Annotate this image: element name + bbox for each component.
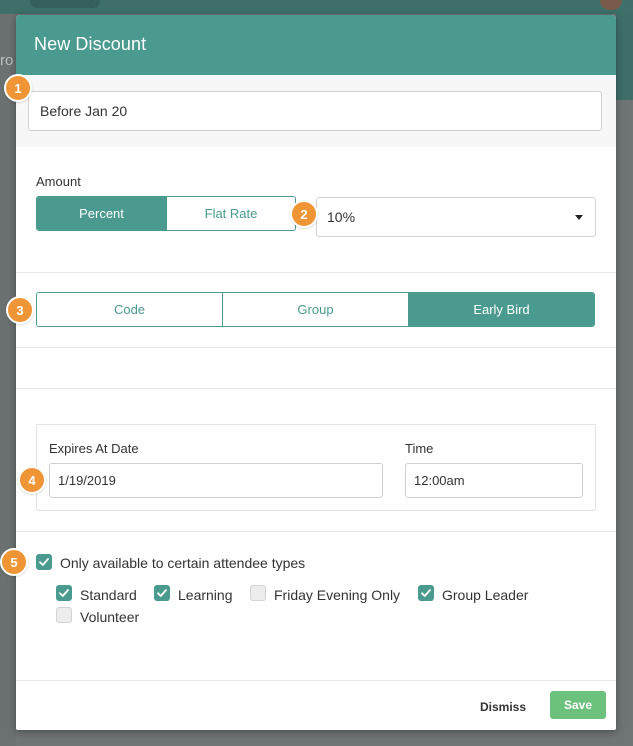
group-leader-checkbox[interactable]	[418, 585, 434, 601]
divider	[16, 531, 616, 532]
modal-header: New Discount	[16, 15, 616, 75]
check-icon	[421, 589, 431, 597]
check-icon	[39, 558, 49, 566]
expires-date-input[interactable]	[49, 463, 383, 498]
caret-down-icon	[575, 215, 583, 220]
divider	[16, 388, 616, 389]
flat-rate-button[interactable]: Flat Rate	[166, 197, 295, 230]
friday-evening-only-checkbox[interactable]	[250, 585, 266, 601]
new-discount-modal: New Discount Amount Percent Flat Rate 10…	[16, 15, 616, 730]
restrict-attendee-label: Only available to certain attendee types	[60, 555, 306, 571]
group-leader-label: Group Leader	[442, 587, 529, 603]
discount-type-toggle: Code Group Early Bird	[36, 292, 595, 327]
amount-label: Amount	[36, 174, 81, 189]
modal-title: New Discount	[34, 34, 147, 54]
code-tab[interactable]: Code	[37, 293, 222, 326]
amount-select[interactable]: 10%	[316, 197, 596, 237]
learning-checkbox[interactable]	[154, 585, 170, 601]
early-bird-tab[interactable]: Early Bird	[408, 293, 594, 326]
standard-label: Standard	[80, 587, 137, 603]
background-pill	[30, 0, 100, 8]
discount-name-section	[16, 75, 616, 147]
expiry-section: Expires At Date Time	[36, 424, 596, 511]
divider	[16, 347, 616, 348]
amount-mode-toggle: Percent Flat Rate	[36, 196, 296, 231]
restrict-attendee-checkbox[interactable]	[36, 554, 52, 570]
background-right-strip	[616, 14, 633, 100]
save-button[interactable]: Save	[550, 691, 606, 719]
divider	[16, 272, 616, 273]
marker-5: 5	[0, 548, 28, 576]
background-left-strip	[0, 14, 16, 746]
marker-1: 1	[4, 74, 32, 102]
marker-3: 3	[6, 296, 34, 324]
volunteer-checkbox[interactable]	[56, 607, 72, 623]
volunteer-label: Volunteer	[80, 609, 140, 625]
marker-4: 4	[18, 466, 46, 494]
check-icon	[59, 589, 69, 597]
discount-name-input[interactable]	[28, 91, 602, 131]
amount-select-value: 10%	[327, 209, 356, 225]
learning-label: Learning	[178, 587, 233, 603]
expires-date-label: Expires At Date	[49, 441, 139, 456]
time-label: Time	[405, 441, 434, 456]
check-icon	[157, 589, 167, 597]
percent-button[interactable]: Percent	[37, 197, 166, 230]
dismiss-button[interactable]: Dismiss	[476, 693, 530, 721]
friday-evening-only-label: Friday Evening Only	[274, 587, 401, 603]
standard-checkbox[interactable]	[56, 585, 72, 601]
marker-2: 2	[290, 200, 318, 228]
background-text: ro	[0, 52, 14, 69]
group-tab[interactable]: Group	[222, 293, 408, 326]
time-input[interactable]	[405, 463, 583, 498]
